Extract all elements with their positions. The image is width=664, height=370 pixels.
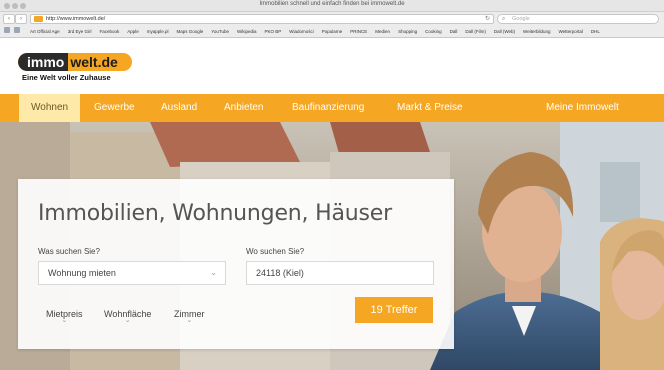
bookmarks-icon[interactable] [4,27,10,33]
main-navigation: Wohnen Gewerbe Ausland Anbieten Baufinan… [0,94,664,122]
bookmark-item[interactable]: Art Official Age [30,29,60,34]
bookmark-item[interactable]: PRINCE [350,29,367,34]
bookmark-item[interactable]: Dall (Web) [494,29,515,34]
bookmark-item[interactable]: YouTube [211,29,229,34]
location-input[interactable]: 24118 (Kiel) [246,261,434,285]
nav-meine-immowelt[interactable]: Meine Immowelt [546,94,619,122]
logo-immo: immo [18,53,69,71]
bookmark-item[interactable]: PKO BP [264,29,281,34]
reading-list-icon[interactable] [14,27,20,33]
bookmark-item[interactable]: Wiadomości [289,29,314,34]
window-title: Immobilien schnell und einfach finden be… [259,1,405,7]
nav-markt-preise[interactable]: Markt & Preise [397,94,463,122]
search-placeholder: Google [512,16,530,22]
window-titlebar: Immobilien schnell und einfach finden be… [0,0,664,12]
property-type-value: Wohnung mieten [48,268,116,278]
browser-toolbar: ‹ › http://www.immowelt.de/ ↻ ⌕ Google [0,12,664,25]
bookmark-item[interactable]: myapple.pl [147,29,169,34]
nav-anbieten[interactable]: Anbieten [224,94,263,122]
site-favicon-icon [34,16,43,22]
chevron-down-icon: ⌄ [186,317,193,324]
chevron-down-icon: ⌄ [210,268,217,277]
bookmark-item[interactable]: Popularne [322,29,343,34]
bookmark-item[interactable]: Weiterbildung [523,29,550,34]
bookmark-item[interactable]: 3rd Eye Girl [68,29,92,34]
logo-tagline: Eine Welt voller Zuhause [22,73,111,82]
page-headline: Immobilien, Wohnungen, Häuser [38,201,392,226]
filter-mietpreis[interactable]: Mietpreis ⌄ [46,304,83,326]
nav-gewerbe[interactable]: Gewerbe [94,94,135,122]
bookmark-item[interactable]: Wetterportal [558,29,582,34]
bookmark-item[interactable]: Apple [127,29,139,34]
search-panel: Immobilien, Wohnungen, Häuser Was suchen… [18,179,454,349]
nav-wohnen[interactable]: Wohnen [19,94,81,122]
url-text: http://www.immowelt.de/ [46,16,106,22]
reload-icon[interactable]: ↻ [485,15,490,23]
filter-wohnflaeche[interactable]: Wohnfläche ⌄ [104,304,151,326]
results-button[interactable]: 19 Treffer [355,297,433,323]
bookmark-item[interactable]: Medien [375,29,390,34]
immowelt-logo[interactable]: immo welt.de Eine Welt voller Zuhause [18,53,133,83]
location-value: 24118 (Kiel) [256,268,304,278]
address-bar[interactable]: http://www.immowelt.de/ ↻ [30,14,494,24]
browser-search-field[interactable]: ⌕ Google [497,14,659,24]
filter-zimmer[interactable]: Zimmer ⌄ [174,304,205,326]
site-header: immo welt.de Eine Welt voller Zuhause [0,38,664,94]
what-label: Was suchen Sie? [38,247,100,256]
search-icon: ⌕ [502,16,506,22]
chevron-down-icon: ⌄ [124,317,131,324]
where-label: Wo suchen Sie? [246,247,305,256]
logo-welt: welt.de [70,54,118,70]
bookmark-item[interactable]: Dall (Film) [465,29,486,34]
nav-ausland[interactable]: Ausland [161,94,197,122]
forward-icon[interactable]: › [15,14,27,24]
bookmark-list: Art Official Age 3rd Eye Girl Facebook Appl… [30,25,660,37]
bookmarks-bar: Art Official Age 3rd Eye Girl Facebook Appl… [0,25,664,38]
bookmark-item[interactable]: Shopping [398,29,417,34]
bookmark-item[interactable]: Wikipedia [237,29,257,34]
property-type-select[interactable]: Wohnung mieten ⌄ [38,261,226,285]
nav-baufinanzierung[interactable]: Baufinanzierung [292,94,364,122]
bookmark-item[interactable]: Cooking [425,29,442,34]
back-icon[interactable]: ‹ [3,14,15,24]
bookmark-item[interactable]: Dall [450,29,458,34]
bookmark-item[interactable]: Facebook [99,29,119,34]
bookmark-item[interactable]: DHL [591,29,600,34]
chevron-down-icon: ⌄ [61,317,68,324]
bookmark-item[interactable]: Maps Google [177,29,204,34]
